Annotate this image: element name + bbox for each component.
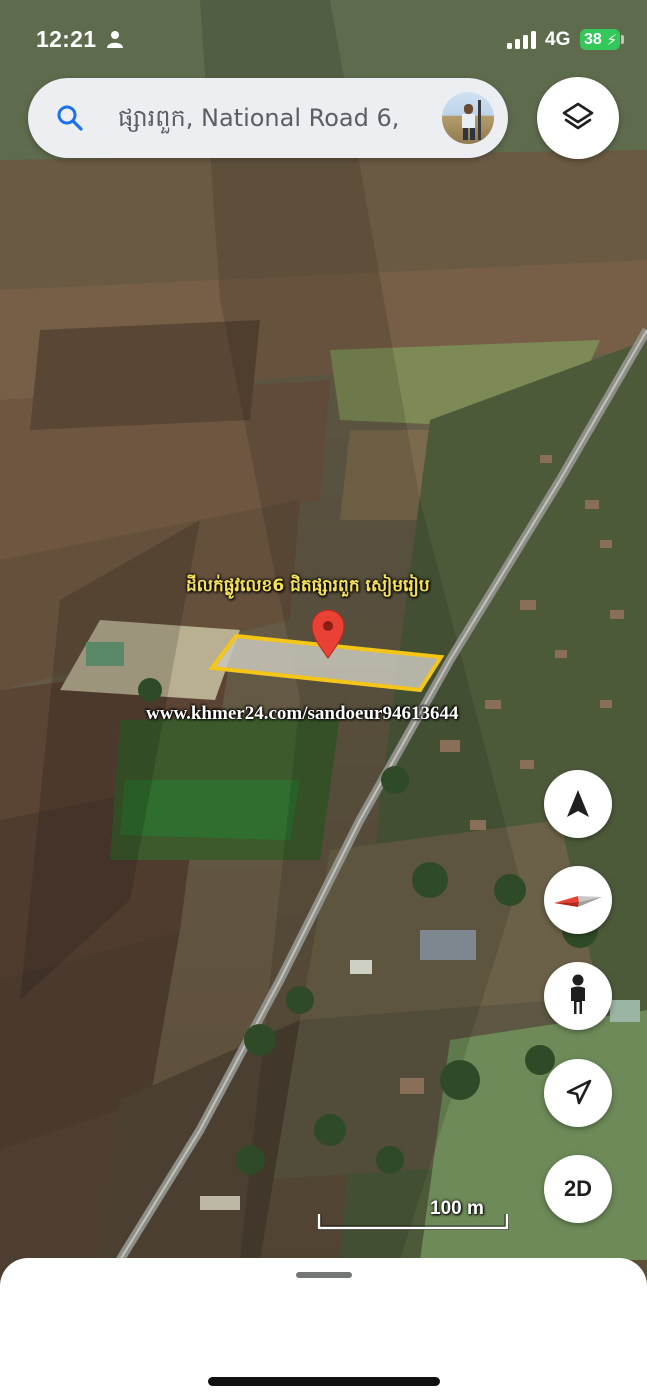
status-time: 12:21 [36, 26, 97, 52]
search-input[interactable]: ផ្សារពួក, National Road 6, [118, 98, 458, 138]
battery-level: 38 [584, 31, 602, 48]
street-view-button[interactable] [544, 962, 612, 1030]
compass-button[interactable] [544, 866, 612, 934]
watermark-text: www.khmer24.com/sandoeur94613644 [146, 703, 459, 724]
my-location-button[interactable] [544, 1059, 612, 1127]
location-arrow-icon [566, 1079, 592, 1105]
signal-strength-icon [507, 31, 539, 49]
search-bar[interactable]: ផ្សារពួក, National Road 6, [28, 78, 508, 158]
avatar-photo [462, 100, 481, 140]
compass-needle-icon [554, 896, 602, 907]
search-icon [57, 105, 83, 131]
navigation-arrow-icon [567, 790, 589, 817]
scale-bar [317, 1214, 509, 1230]
home-indicator[interactable] [208, 1377, 440, 1386]
network-type: 4G [545, 29, 571, 50]
navigation-button[interactable] [544, 770, 612, 838]
mode-2d-label: 2D [563, 1176, 593, 1201]
battery-cap [621, 35, 624, 44]
status-bar: 12:21 4G 38 ⚡ [0, 0, 647, 78]
sheet-drag-handle[interactable] [296, 1272, 352, 1278]
person-icon [107, 31, 123, 48]
layers-button[interactable] [537, 77, 619, 159]
charging-bolt-icon: ⚡ [606, 32, 617, 49]
avatar[interactable] [442, 92, 494, 144]
mode-2d-button[interactable]: 2D [544, 1155, 612, 1223]
layers-icon [562, 102, 594, 130]
battery-indicator: 38 ⚡ [580, 29, 620, 50]
pegman-icon [571, 974, 585, 1014]
place-label[interactable]: ដីលក់ផ្លូវលេខ6 ជិតផ្សារពួក សៀមរៀប [186, 575, 430, 600]
